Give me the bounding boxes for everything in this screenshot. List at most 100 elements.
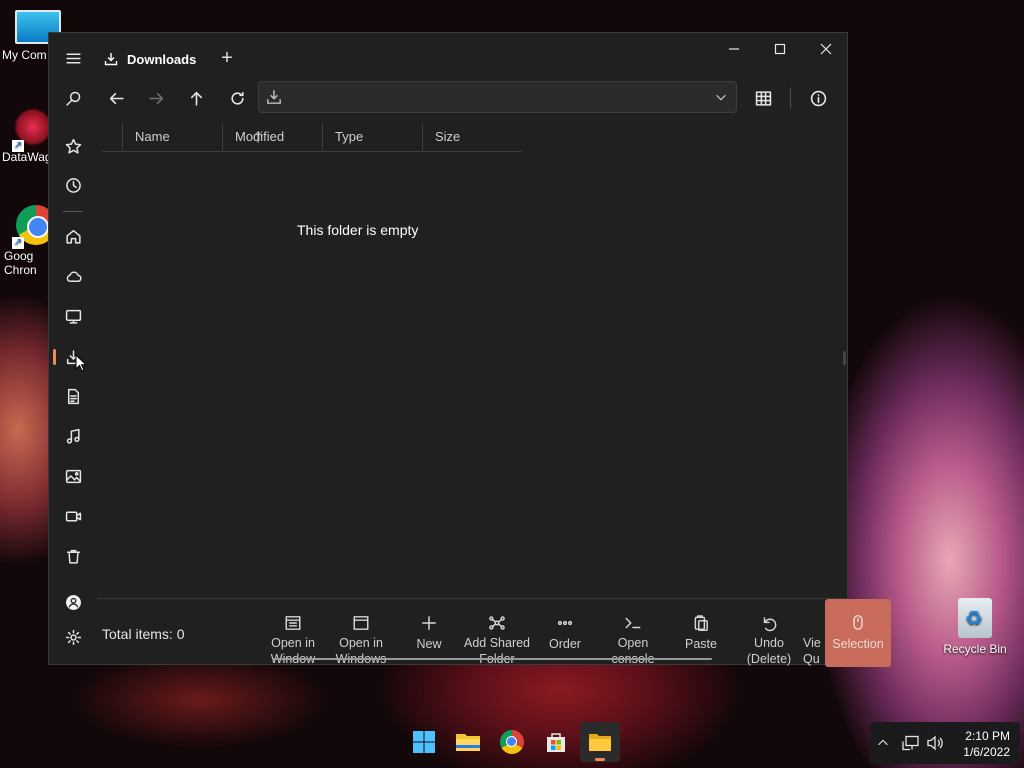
start-button[interactable] [404,722,444,762]
music-icon [66,428,80,444]
chevron-up-icon[interactable] [876,736,890,750]
undo-delete-button[interactable]: Undo (Delete) [743,599,795,667]
maximize-button[interactable] [757,33,803,65]
pictures-icon [65,469,81,483]
paste-icon [694,615,708,632]
arrow-up-icon [190,91,202,106]
column-header-size[interactable]: Size [422,123,522,151]
dots-icon [557,620,573,626]
chrome-icon [500,730,524,754]
share-icon [489,615,505,630]
search-button[interactable] [58,83,88,113]
sidebar-item-favorites[interactable] [58,131,88,161]
recycle-bin-icon: ♻ [958,598,992,638]
sidebar-item-recent[interactable] [58,170,88,200]
cloud-icon [66,271,82,282]
column-header-type[interactable]: Type [322,123,422,151]
paste-button[interactable]: Paste [681,599,721,667]
rail-divider [63,211,83,212]
status-bar: Total items: 0 Open in Window Open in Wi… [97,598,891,667]
open-in-window-button[interactable]: Open in Window [265,599,321,667]
sidebar-rail [49,33,97,664]
view-quick-button[interactable]: Vie Qu [803,599,825,667]
account-button[interactable] [58,587,88,617]
new-button[interactable]: New [409,599,449,667]
sidebar-item-home[interactable] [58,221,88,251]
network-icon[interactable] [902,735,920,751]
column-header-name[interactable]: Name [122,123,222,151]
desktop-icon-label: Recycle Bin [943,642,1007,656]
selected-indicator [53,349,56,365]
sidebar-item-videos[interactable] [58,501,88,531]
mouse-cursor-icon [75,354,87,372]
shortcut-arrow-icon: ↗ [12,237,24,249]
menu-button[interactable] [58,43,88,73]
toolbar-divider [790,87,791,109]
sidebar-item-documents[interactable] [58,381,88,411]
new-tab-button[interactable]: + [215,47,239,71]
arrow-right-icon [148,92,163,104]
plus-icon [422,616,436,630]
search-icon [65,91,80,106]
close-button[interactable] [803,33,849,65]
selection-button[interactable]: Selection [825,599,891,667]
file-explorer-icon [456,734,480,751]
sidebar-item-desktop[interactable] [58,301,88,331]
total-items-count: Total items: 0 [102,626,185,642]
sidebar-item-cloud[interactable] [58,261,88,291]
order-button[interactable]: Order [543,599,587,667]
star-icon [65,138,81,154]
taskbar-store[interactable] [536,722,576,762]
sidebar-item-music[interactable] [58,421,88,451]
desktop-icon-recycle-bin[interactable]: ♻ Recycle Bin [935,598,1015,656]
sidebar-item-recycle-bin[interactable] [58,541,88,571]
trash-icon [66,549,80,564]
taskbar-chrome[interactable] [492,722,532,762]
close-icon [820,43,832,55]
window-icon [285,615,301,630]
maximize-icon [774,43,786,55]
clock[interactable]: 2:10 PM 1/6/2022 [963,728,1010,760]
horizontal-scrollbar[interactable] [272,658,712,660]
volume-icon[interactable] [926,735,944,751]
info-icon [810,90,826,106]
minimize-icon [729,48,739,50]
active-app-indicator [595,758,605,761]
taskbar-file-explorer[interactable] [448,722,488,762]
column-header-modified[interactable]: Modified [222,123,322,151]
open-console-button[interactable]: Open console [605,599,661,667]
chevron-down-icon[interactable] [714,90,728,104]
settings-button[interactable] [58,622,88,652]
clock-icon [65,177,81,193]
tab-downloads[interactable]: Downloads [103,45,196,73]
arrow-left-icon [109,92,124,104]
details-pane-button[interactable] [805,85,831,111]
add-shared-folder-button[interactable]: Add Shared Folder [460,599,534,667]
minimize-button[interactable] [711,33,757,65]
address-bar[interactable] [258,81,737,113]
empty-folder-message: This folder is empty [297,222,419,238]
user-icon [65,594,81,610]
downloads-icon [267,90,281,104]
pane-splitter[interactable] [843,351,846,365]
refresh-button[interactable] [224,85,250,111]
desktop-icon [65,309,81,324]
store-icon [547,733,565,752]
clock-date: 1/6/2022 [963,745,1010,759]
shortcut-arrow-icon: ↗ [12,140,24,152]
undo-icon [763,616,777,631]
open-in-windows-button[interactable]: Open in Windows [329,599,393,667]
document-icon [67,388,79,404]
home-icon [65,229,81,244]
refresh-icon [230,91,244,105]
sidebar-item-pictures[interactable] [58,461,88,491]
menu-icon [65,53,81,63]
taskbar-files-app[interactable] [580,722,620,762]
settings-icon [65,629,81,645]
back-button[interactable] [103,85,129,111]
up-button[interactable] [183,85,209,111]
windows-start-icon [413,731,435,753]
forward-button[interactable] [143,85,169,111]
files-app-icon [589,734,611,751]
layout-toggle-button[interactable] [750,85,776,111]
